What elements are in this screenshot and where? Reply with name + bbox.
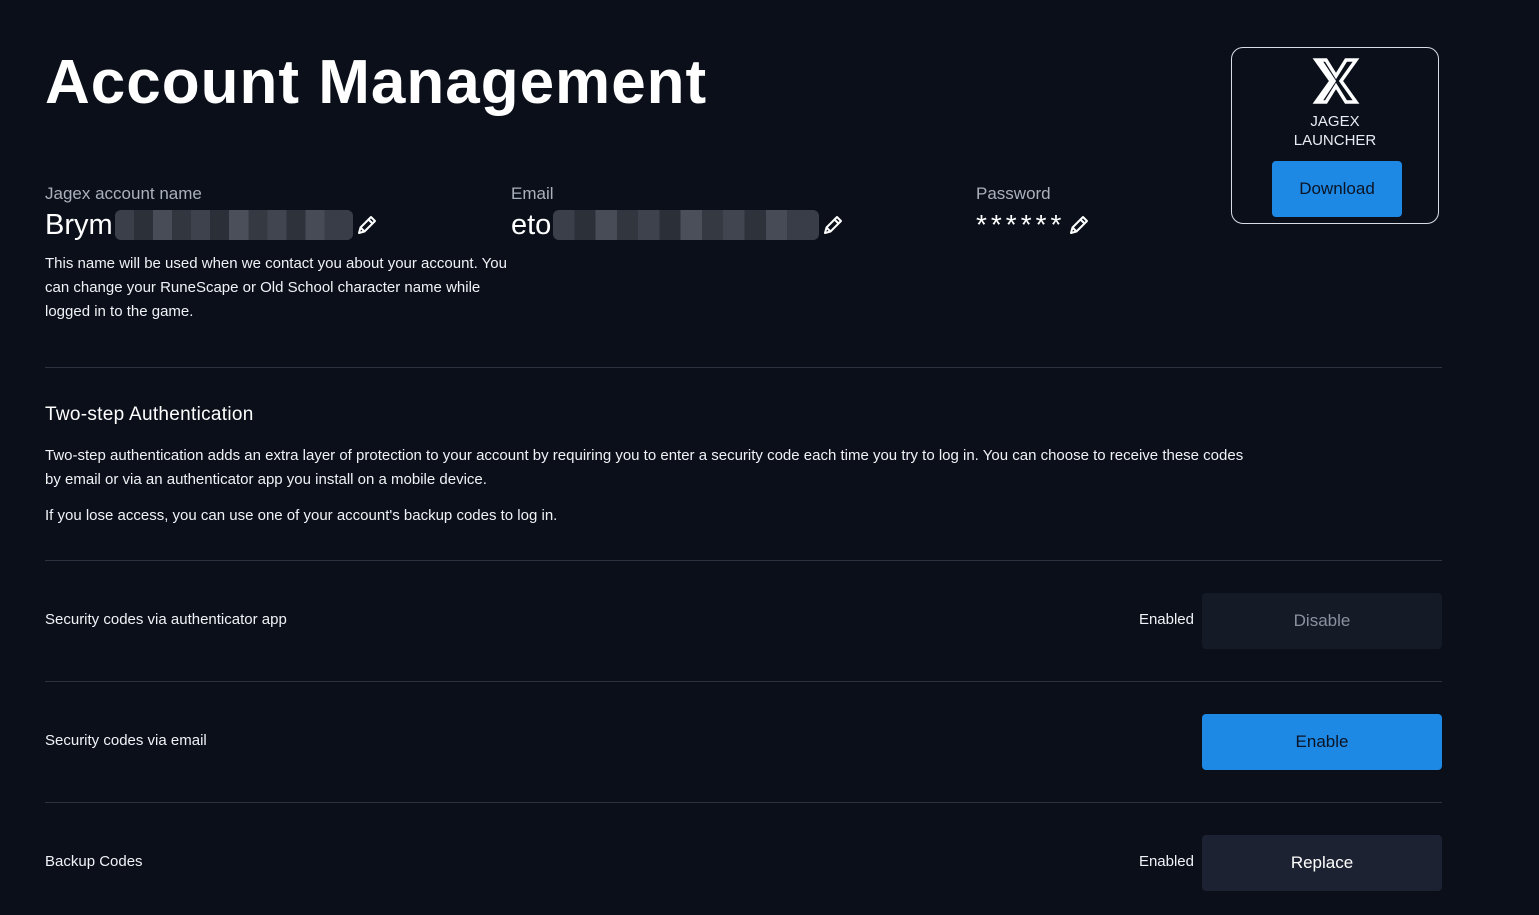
- launcher-name-line1: JAGEX: [1310, 113, 1360, 130]
- row-label: Security codes via email: [45, 732, 207, 749]
- launcher-name-line2: LAUNCHER: [1293, 132, 1377, 149]
- email-codes-row: Security codes via email Enable: [45, 714, 1442, 770]
- backup-codes-row: Backup Codes Enabled Replace: [45, 835, 1442, 891]
- email-field: Email eto: [511, 184, 844, 242]
- two-step-backup-note: If you lose access, you can use one of y…: [45, 507, 558, 524]
- two-step-title: Two-step Authentication: [45, 404, 254, 425]
- account-name-field: Jagex account name Brym: [45, 184, 378, 242]
- account-name-label: Jagex account name: [45, 184, 202, 203]
- password-label: Password: [976, 184, 1051, 203]
- enable-button[interactable]: Enable: [1202, 714, 1442, 770]
- email-label: Email: [511, 184, 554, 203]
- jagex-logo-icon: [1312, 58, 1360, 104]
- launcher-card: JAGEX LAUNCHER Download: [1231, 47, 1439, 224]
- status-text: Enabled: [1138, 853, 1194, 870]
- divider: [45, 367, 1442, 368]
- account-name-note: This name will be used when we contact y…: [45, 255, 507, 320]
- password-value: ******: [976, 209, 1066, 240]
- pencil-icon[interactable]: [1068, 214, 1090, 236]
- two-step-description: Two-step authentication adds an extra la…: [45, 447, 1244, 488]
- password-value-row: ******: [976, 208, 1090, 242]
- row-label: Backup Codes: [45, 853, 143, 870]
- redacted-block: [553, 210, 820, 240]
- download-button[interactable]: Download: [1272, 161, 1402, 217]
- divider: [45, 681, 1442, 682]
- pencil-icon[interactable]: [822, 214, 844, 236]
- replace-button[interactable]: Replace: [1202, 835, 1442, 891]
- email-value-row: eto: [511, 208, 844, 242]
- row-label: Security codes via authenticator app: [45, 611, 287, 628]
- redacted-block: [114, 210, 353, 240]
- account-name-value-row: Brym: [45, 208, 378, 242]
- email-value: eto: [511, 208, 552, 241]
- launcher-name: JAGEX LAUNCHER: [1232, 112, 1438, 150]
- pencil-icon[interactable]: [356, 214, 378, 236]
- authenticator-app-row: Security codes via authenticator app Ena…: [45, 593, 1442, 649]
- divider: [45, 560, 1442, 561]
- status-text: Enabled: [1138, 611, 1194, 628]
- account-management-page: Account Management JAGEX LAUNCHER Downlo…: [45, 0, 1442, 915]
- divider: [45, 802, 1442, 803]
- password-field: Password ******: [976, 184, 1090, 242]
- page-title: Account Management: [45, 48, 708, 117]
- account-name-value: Brym: [45, 208, 113, 241]
- disable-button[interactable]: Disable: [1202, 593, 1442, 649]
